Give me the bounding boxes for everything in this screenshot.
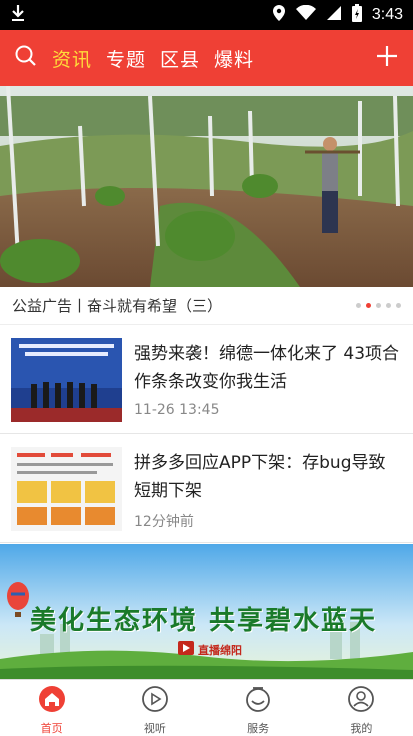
- ad-logo: 直播绵阳: [178, 640, 242, 659]
- add-button[interactable]: [361, 30, 413, 86]
- carousel-dot: [356, 303, 361, 308]
- download-icon: [10, 4, 26, 26]
- news-title: 拼多多回应APP下架：存bug导致短期下架: [134, 453, 386, 501]
- status-time: 3:43: [371, 6, 403, 23]
- tab-districts[interactable]: 区县: [160, 45, 200, 72]
- home-icon: [38, 685, 66, 717]
- play-icon: [141, 685, 169, 717]
- tab-news[interactable]: 资讯: [52, 45, 92, 72]
- nav-profile[interactable]: 我的: [310, 680, 413, 736]
- news-title: 强势来袭！绵德一体化来了 43项合作条条改变你我生活: [134, 344, 400, 392]
- carousel-dot: [396, 303, 401, 308]
- ad-logo-text: 直播绵阳: [198, 643, 242, 657]
- search-button[interactable]: [0, 30, 52, 86]
- nav-media[interactable]: 视听: [103, 680, 206, 736]
- profile-icon: [347, 685, 375, 717]
- news-item[interactable]: 拼多多回应APP下架：存bug导致短期下架 12分钟前: [0, 435, 413, 543]
- news-time: 12分钟前: [134, 514, 194, 530]
- nav-home[interactable]: 首页: [0, 680, 103, 736]
- bottom-nav: 首页 视听 服务 我的: [0, 679, 413, 736]
- banner-caption: 公益广告丨奋斗就有希望（三）: [12, 297, 223, 315]
- service-icon: [244, 685, 272, 717]
- tab-tips[interactable]: 爆料: [214, 45, 254, 72]
- carousel-dot: [376, 303, 381, 308]
- carousel-indicator: [356, 303, 401, 308]
- news-time: 11-26 13:45: [134, 402, 220, 418]
- news-thumbnail: [11, 338, 122, 422]
- ad-slogan: 美化生态环境 共享碧水蓝天: [30, 606, 378, 636]
- banner-image: [0, 86, 413, 287]
- nav-label: 首页: [40, 722, 63, 735]
- ad-banner[interactable]: 美化生态环境 共享碧水蓝天 直播绵阳: [0, 544, 413, 679]
- nav-services[interactable]: 服务: [207, 680, 310, 736]
- nav-label: 我的: [350, 722, 373, 735]
- carousel-dot-active: [366, 303, 371, 308]
- plus-icon: [375, 44, 399, 72]
- news-item[interactable]: 强势来袭！绵德一体化来了 43项合作条条改变你我生活 11-26 13:45: [0, 326, 413, 434]
- category-tabs: 资讯 专题 区县 爆料: [52, 45, 254, 72]
- banner-carousel[interactable]: [0, 86, 413, 287]
- battery-icon: [351, 4, 362, 26]
- location-icon: [272, 4, 286, 26]
- news-thumbnail: [11, 447, 122, 531]
- wifi-icon: [295, 4, 316, 25]
- search-icon: [14, 44, 38, 72]
- nav-label: 视听: [143, 722, 166, 735]
- live-logo-icon: [178, 640, 194, 659]
- signal-icon: [326, 5, 342, 25]
- nav-label: 服务: [247, 722, 270, 735]
- tab-topics[interactable]: 专题: [106, 45, 146, 72]
- status-bar: 3:43: [0, 0, 413, 30]
- app-header: 资讯 专题 区县 爆料: [0, 30, 413, 86]
- banner-caption-bar[interactable]: 公益广告丨奋斗就有希望（三）: [0, 287, 413, 325]
- carousel-dot: [386, 303, 391, 308]
